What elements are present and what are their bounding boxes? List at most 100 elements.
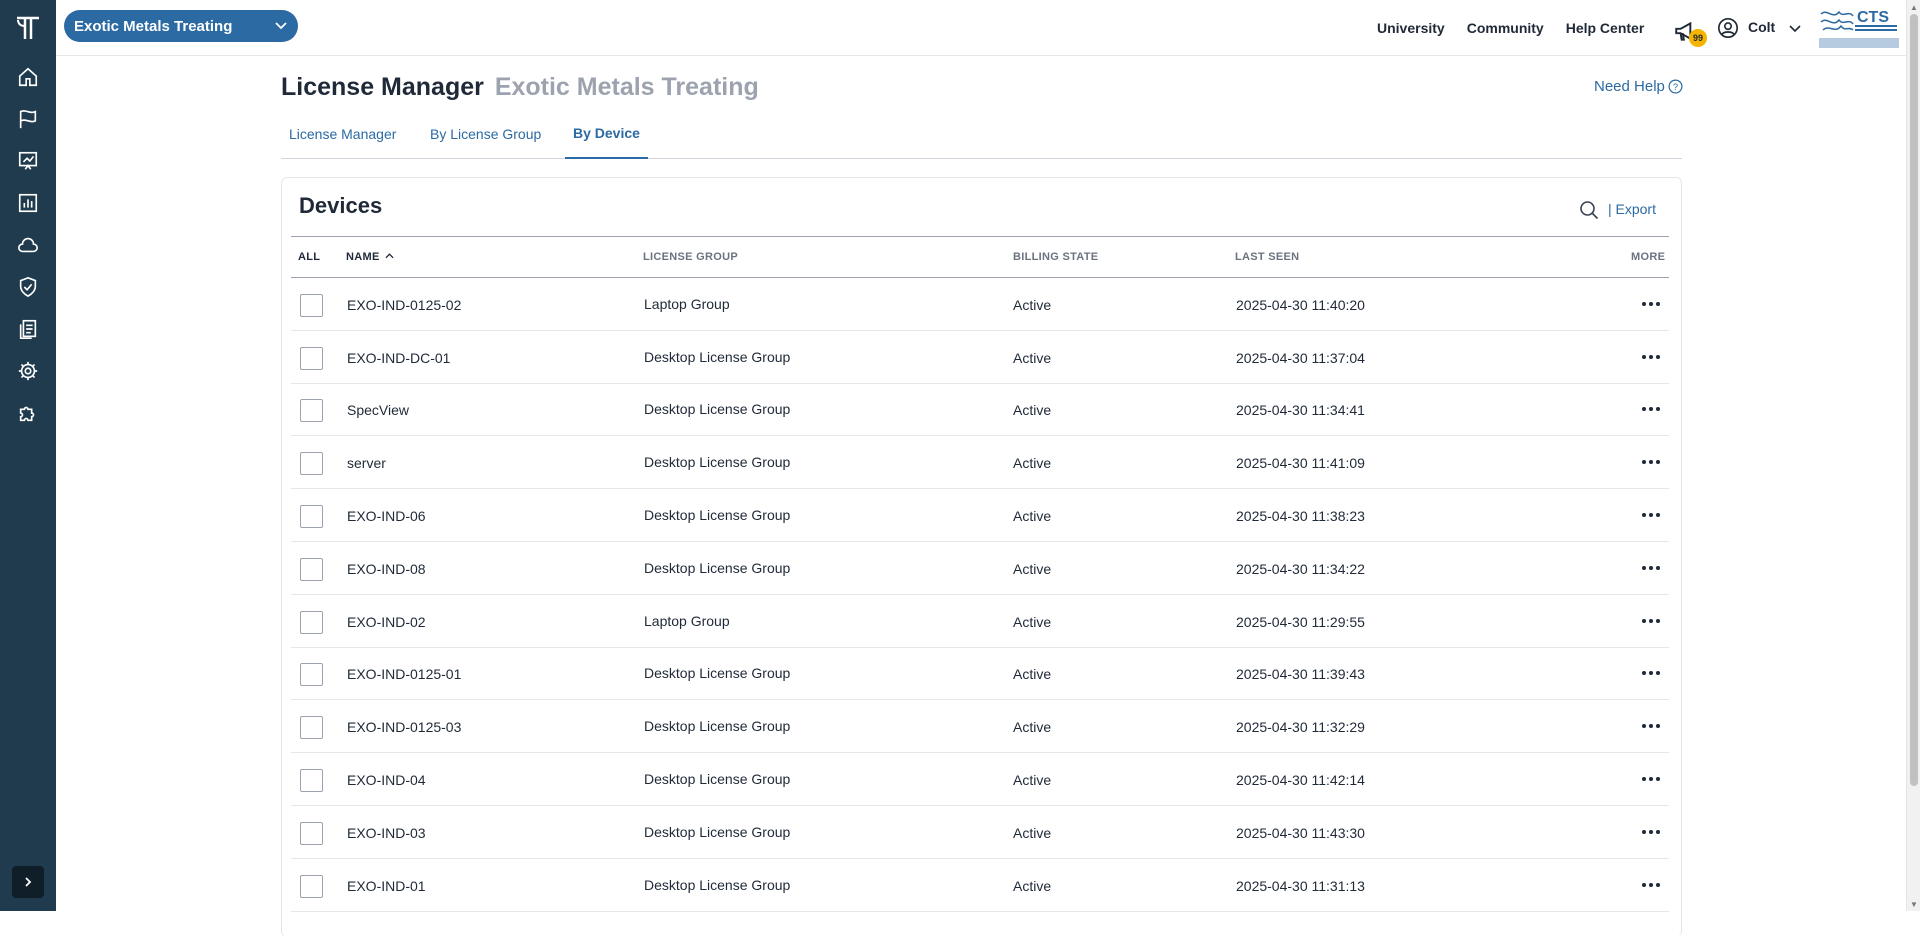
university-link[interactable]: University xyxy=(1377,20,1445,36)
device-billing-state: Active xyxy=(1013,772,1052,788)
name-column-header[interactable]: NAME xyxy=(346,251,394,263)
more-options-icon[interactable] xyxy=(1639,558,1663,578)
page-subtitle: Exotic Metals Treating xyxy=(494,73,759,101)
device-name[interactable]: EXO-IND-0125-03 xyxy=(347,719,461,735)
cloud-icon[interactable] xyxy=(16,233,40,257)
device-license-group: Desktop License Group xyxy=(644,877,791,893)
device-name[interactable]: EXO-IND-04 xyxy=(347,772,426,788)
device-license-group: Desktop License Group xyxy=(644,824,791,840)
device-name[interactable]: EXO-IND-02 xyxy=(347,614,426,630)
device-last-seen: 2025-04-30 11:34:22 xyxy=(1236,561,1365,577)
user-name[interactable]: Colt xyxy=(1748,19,1775,35)
device-billing-state: Active xyxy=(1013,350,1052,366)
row-checkbox[interactable] xyxy=(300,611,323,634)
scroll-down-arrow-icon[interactable]: ▼ xyxy=(1910,900,1918,909)
expand-sidebar-button[interactable] xyxy=(12,866,44,898)
device-billing-state: Active xyxy=(1013,402,1052,418)
device-last-seen: 2025-04-30 11:41:09 xyxy=(1236,455,1365,471)
shield-check-icon[interactable] xyxy=(16,275,40,299)
row-checkbox[interactable] xyxy=(300,663,323,686)
table-row[interactable]: EXO-IND-08 Desktop License Group Active 202… xyxy=(291,542,1669,595)
more-options-icon[interactable] xyxy=(1639,611,1663,631)
table-row[interactable]: EXO-IND-0125-01 Desktop License Group Acti… xyxy=(291,647,1669,700)
flag-icon[interactable] xyxy=(16,107,40,131)
device-name[interactable]: SpecView xyxy=(347,402,409,418)
community-link[interactable]: Community xyxy=(1467,20,1544,36)
organization-selector[interactable]: Exotic Metals Treating xyxy=(64,10,298,42)
table-row[interactable]: EXO-IND-01 Desktop License Group Active 202… xyxy=(291,859,1669,912)
gear-icon[interactable] xyxy=(16,359,40,383)
table-row[interactable]: EXO-IND-03 Desktop License Group Active 202… xyxy=(291,806,1669,859)
row-checkbox[interactable] xyxy=(300,347,323,370)
svg-text:?: ? xyxy=(1673,82,1678,92)
row-checkbox[interactable] xyxy=(300,505,323,528)
last-seen-column-header[interactable]: LAST SEEN xyxy=(1235,251,1299,263)
more-options-icon[interactable] xyxy=(1639,452,1663,472)
presentation-chart-icon[interactable] xyxy=(16,149,40,173)
tab-by-license-group[interactable]: By License Group xyxy=(422,118,549,159)
table-row[interactable]: server Desktop License Group Active 2025-04… xyxy=(291,436,1669,489)
device-license-group: Laptop Group xyxy=(644,613,730,629)
device-name[interactable]: EXO-IND-01 xyxy=(347,878,426,894)
device-name[interactable]: EXO-IND-DC-01 xyxy=(347,350,450,366)
scrollbar-thumb[interactable] xyxy=(1910,14,1918,786)
device-name[interactable]: EXO-IND-0125-01 xyxy=(347,666,461,682)
bar-chart-icon[interactable] xyxy=(16,191,40,215)
table-row[interactable]: EXO-IND-DC-01 Desktop License Group Active… xyxy=(291,331,1669,384)
more-options-icon[interactable] xyxy=(1639,716,1663,736)
export-button[interactable]: | Export xyxy=(1608,201,1656,217)
organization-selector-label: Exotic Metals Treating xyxy=(74,17,233,35)
row-checkbox[interactable] xyxy=(300,452,323,475)
row-checkbox[interactable] xyxy=(300,558,323,581)
notification-badge: 99 xyxy=(1689,29,1707,47)
svg-text:CTS: CTS xyxy=(1857,9,1889,26)
clipboard-list-icon[interactable] xyxy=(16,317,40,341)
page-scrollbar[interactable]: ▲ ▼ xyxy=(1906,0,1920,911)
tab-license-manager[interactable]: License Manager xyxy=(281,118,404,159)
device-billing-state: Active xyxy=(1013,297,1052,313)
row-checkbox[interactable] xyxy=(300,399,323,422)
more-options-icon[interactable] xyxy=(1639,822,1663,842)
device-last-seen: 2025-04-30 11:40:20 xyxy=(1236,297,1365,313)
row-checkbox[interactable] xyxy=(300,875,323,898)
table-row[interactable]: SpecView Desktop License Group Active 2025-… xyxy=(291,383,1669,436)
row-checkbox[interactable] xyxy=(300,822,323,845)
home-icon[interactable] xyxy=(16,65,40,89)
device-name[interactable]: server xyxy=(347,455,386,471)
table-row[interactable]: EXO-IND-0125-02 Laptop Group Active 2025-04… xyxy=(291,278,1669,331)
devices-title: Devices xyxy=(299,193,383,218)
device-name[interactable]: EXO-IND-08 xyxy=(347,561,426,577)
more-options-icon[interactable] xyxy=(1639,875,1663,895)
more-options-icon[interactable] xyxy=(1639,505,1663,525)
row-checkbox[interactable] xyxy=(300,769,323,792)
table-row[interactable]: EXO-IND-0125-03 Desktop License Group Acti… xyxy=(291,700,1669,753)
license-group-column-header[interactable]: LICENSE GROUP xyxy=(643,251,738,263)
more-options-icon[interactable] xyxy=(1639,399,1663,419)
user-circle-icon[interactable] xyxy=(1717,17,1739,39)
row-checkbox[interactable] xyxy=(300,294,323,317)
user-menu-chevron-icon[interactable] xyxy=(1788,22,1802,36)
device-name[interactable]: EXO-IND-0125-02 xyxy=(347,297,461,313)
table-row[interactable]: EXO-IND-06 Desktop License Group Active 202… xyxy=(291,489,1669,542)
help-center-link[interactable]: Help Center xyxy=(1566,20,1645,36)
tab-bar: License Manager By License Group By Devi… xyxy=(281,118,1682,159)
select-all-header[interactable]: ALL xyxy=(298,251,320,263)
table-row[interactable]: EXO-IND-04 Desktop License Group Active 202… xyxy=(291,753,1669,806)
billing-state-column-header[interactable]: BILLING STATE xyxy=(1013,251,1098,263)
tab-by-device[interactable]: By Device xyxy=(565,118,648,159)
search-icon[interactable] xyxy=(1579,200,1599,220)
more-options-icon[interactable] xyxy=(1639,663,1663,683)
more-options-icon[interactable] xyxy=(1639,294,1663,314)
device-name[interactable]: EXO-IND-03 xyxy=(347,825,426,841)
device-billing-state: Active xyxy=(1013,455,1052,471)
side-rail xyxy=(0,0,56,911)
more-options-icon[interactable] xyxy=(1639,769,1663,789)
need-help-link[interactable]: Need Help ? xyxy=(1594,78,1683,95)
puzzle-icon[interactable] xyxy=(16,401,40,425)
more-options-icon[interactable] xyxy=(1639,347,1663,367)
row-checkbox[interactable] xyxy=(300,716,323,739)
table-row[interactable]: EXO-IND-02 Laptop Group Active 2025-04-30 1… xyxy=(291,595,1669,648)
scroll-up-arrow-icon[interactable]: ▲ xyxy=(1910,3,1918,12)
app-logo-icon[interactable] xyxy=(14,14,42,42)
device-name[interactable]: EXO-IND-06 xyxy=(347,508,426,524)
